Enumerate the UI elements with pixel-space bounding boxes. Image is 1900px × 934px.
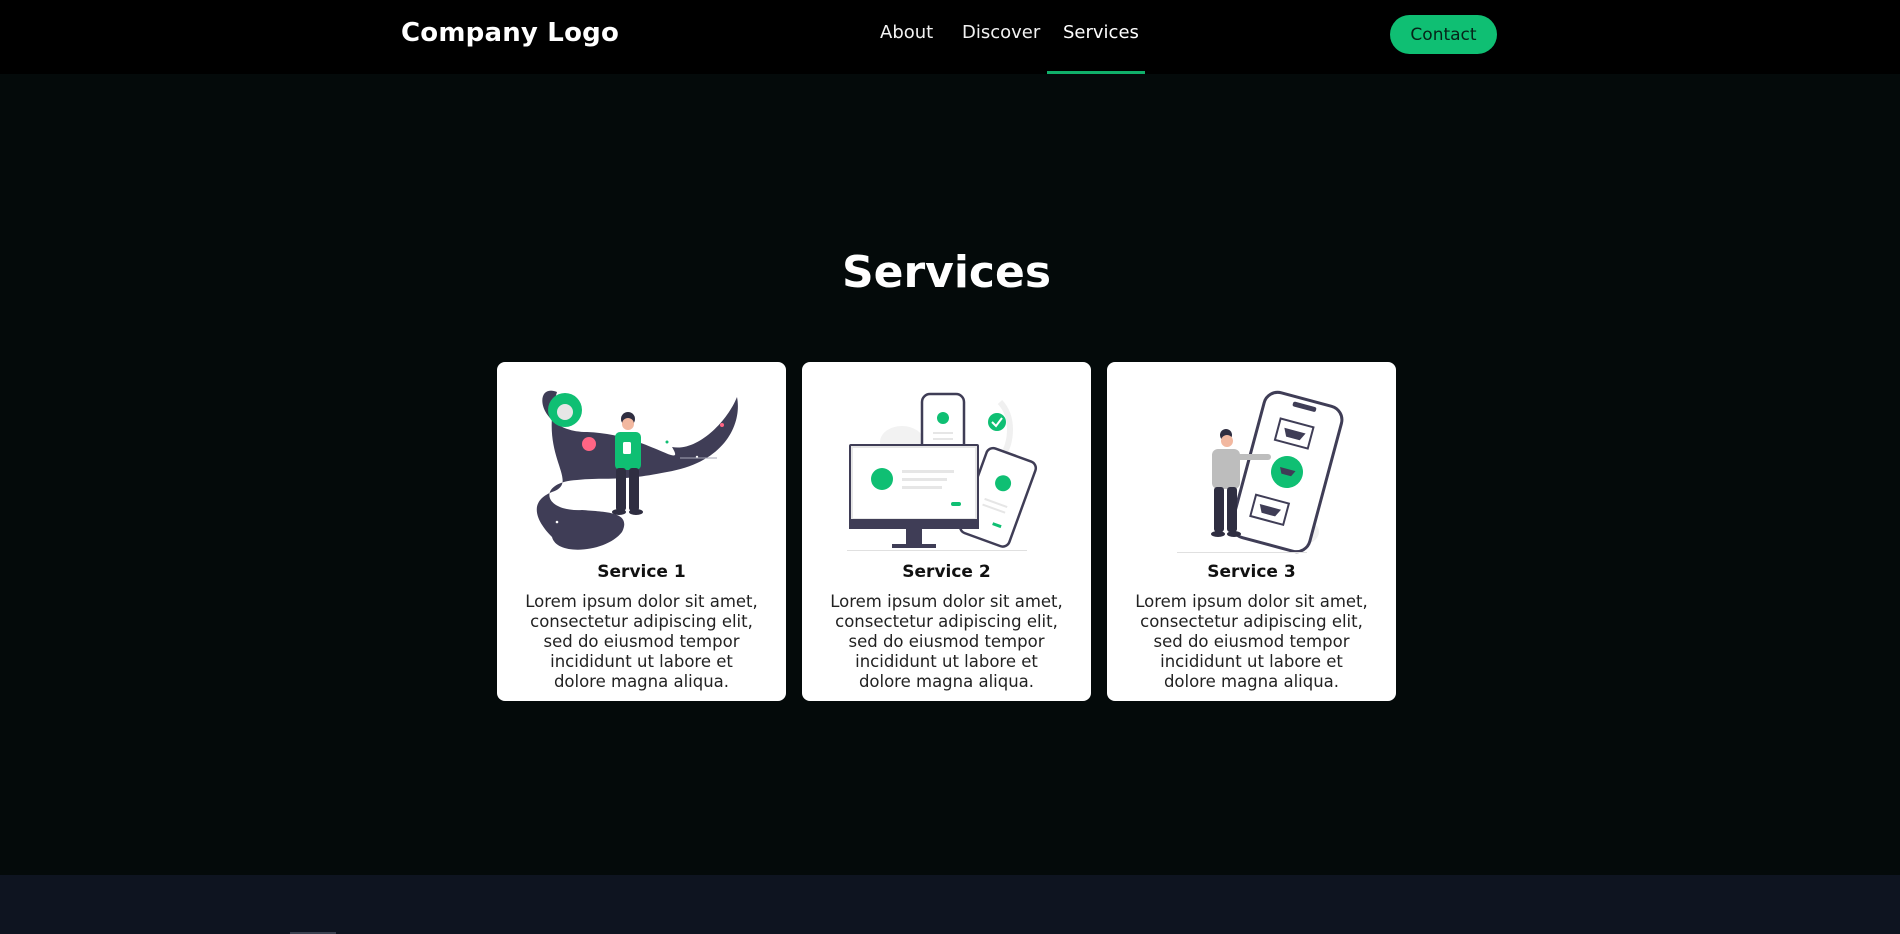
service-title: Service 3 bbox=[1207, 562, 1296, 582]
space-person-illustration bbox=[536, 390, 738, 550]
service-card-3[interactable]: Service 3 Lorem ipsum dolor sit amet, co… bbox=[1107, 362, 1396, 701]
top-navigation-bar: Company Logo About Discover Services Con… bbox=[0, 0, 1900, 74]
service-card-1[interactable]: Service 1 Lorem ipsum dolor sit amet, co… bbox=[497, 362, 786, 701]
active-nav-indicator bbox=[1047, 71, 1145, 74]
service-card-2[interactable]: Service 2 Lorem ipsum dolor sit amet, co… bbox=[802, 362, 1091, 701]
nav-about[interactable]: About bbox=[880, 22, 933, 43]
services-heading: Services bbox=[841, 247, 1052, 298]
nav-services[interactable]: Services bbox=[1063, 22, 1139, 43]
footer bbox=[0, 875, 1900, 934]
service-description: Lorem ipsum dolor sit amet, consectetur … bbox=[830, 592, 1063, 691]
company-logo[interactable]: Company Logo bbox=[401, 18, 619, 48]
person-phone-illustration bbox=[1177, 390, 1344, 554]
service-title: Service 2 bbox=[902, 562, 991, 582]
service-title: Service 1 bbox=[597, 562, 686, 582]
contact-button[interactable]: Contact bbox=[1390, 15, 1497, 54]
service-description: Lorem ipsum dolor sit amet, consectetur … bbox=[1135, 592, 1368, 691]
devices-checkmark-illustration bbox=[847, 392, 1038, 551]
service-description: Lorem ipsum dolor sit amet, consectetur … bbox=[525, 592, 758, 691]
nav-discover[interactable]: Discover bbox=[962, 22, 1040, 43]
